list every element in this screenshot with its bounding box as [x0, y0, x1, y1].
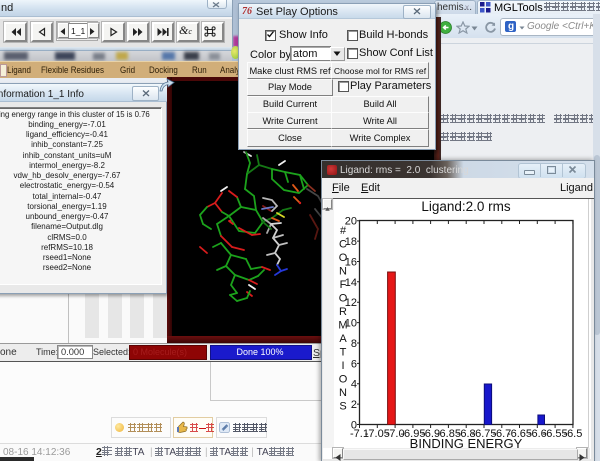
svg-text:O: O [339, 293, 348, 305]
svg-text:8: 8 [351, 338, 357, 350]
svg-text:M: M [338, 320, 347, 332]
svg-text:O: O [339, 252, 348, 264]
svg-text:F: F [340, 279, 347, 291]
svg-text:T: T [340, 347, 347, 359]
svg-text:2: 2 [351, 399, 357, 411]
svg-text:S: S [339, 401, 346, 413]
svg-text:14: 14 [345, 277, 357, 289]
svg-text:R: R [339, 306, 347, 318]
svg-text:6: 6 [351, 358, 357, 370]
svg-text:N: N [339, 266, 347, 278]
svg-text:20: 20 [345, 216, 357, 228]
svg-text:N: N [339, 387, 347, 399]
svg-text:I: I [341, 360, 344, 372]
svg-text:C: C [339, 239, 347, 251]
svg-text:A: A [339, 333, 347, 345]
svg-text:#: # [340, 225, 347, 237]
svg-text:BINDING ENERGY: BINDING ENERGY [410, 436, 523, 451]
svg-text:Ligand:2.0 rms: Ligand:2.0 rms [421, 199, 511, 214]
svg-text:-6.5: -6.5 [563, 428, 582, 440]
svg-text:O: O [339, 374, 348, 386]
svg-text:4: 4 [351, 379, 357, 391]
